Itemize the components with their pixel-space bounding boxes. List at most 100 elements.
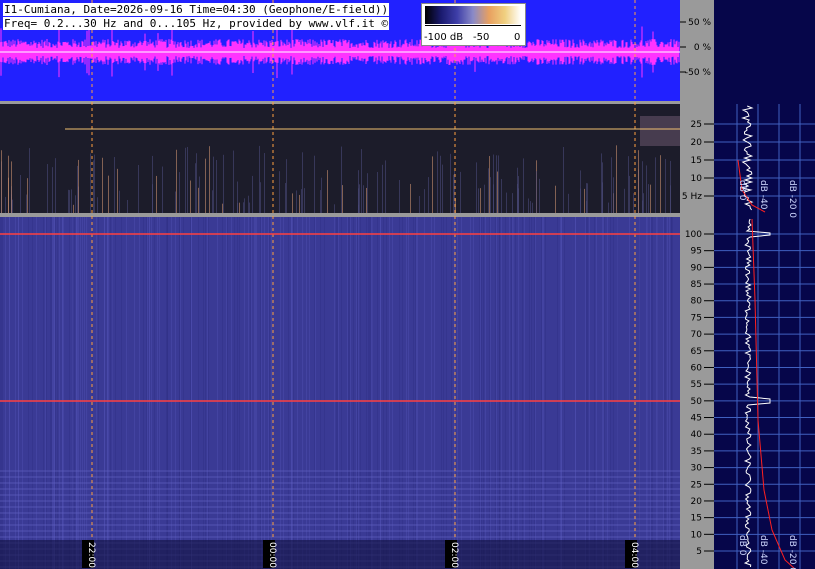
upper-spectrogram-streak: [55, 158, 56, 213]
lower-spectrogram-streak: [52, 217, 53, 569]
lower-spectrogram-streak: [610, 217, 611, 569]
upper-spectrogram-streak: [563, 146, 564, 213]
upper-spectrogram-streak: [102, 157, 103, 213]
lower-spectrogram-streak: [334, 217, 335, 569]
lower-spectrogram-streak: [416, 217, 417, 569]
lower-spectrogram-streak: [413, 217, 414, 569]
lower-spectrogram-streak: [227, 217, 228, 569]
lower-spectrogram-streak: [370, 217, 371, 569]
lower-spectrogram-streak: [159, 217, 160, 569]
lower-spectrogram-streak: [499, 217, 500, 569]
upper-spectrogram-streak: [195, 163, 196, 213]
upper-spectrogram-streak: [314, 155, 315, 213]
lower-spectrogram-streak: [652, 217, 653, 569]
spectrum-upper-label: dB -40: [758, 180, 768, 210]
colorbar-max-label: 0: [514, 32, 521, 43]
lower-spectrogram-streak: [260, 217, 261, 569]
lower-spectrogram-streak: [665, 217, 666, 569]
lower-spectrogram-streak: [84, 217, 85, 569]
upper-spectrogram-streak: [212, 190, 213, 213]
lower-spectrogram-streak: [43, 217, 44, 569]
lower-spectrogram-streak: [244, 217, 245, 569]
upper-spectrogram-streak: [286, 159, 287, 213]
lower-spectrogram-streak: [110, 217, 111, 569]
lower-spectrogram-streak: [208, 217, 209, 569]
lower-spectrogram-streak: [415, 217, 416, 569]
lower-spectrogram-streak: [480, 217, 481, 569]
lower-spectrogram-streak: [501, 217, 502, 569]
lower-tick-label: 30: [691, 464, 703, 474]
upper-spectrogram-streak: [341, 146, 342, 213]
upper-spectrogram-streak: [587, 183, 588, 213]
lower-spectrogram-streak: [255, 217, 256, 569]
lower-spectrogram-streak: [369, 217, 370, 569]
lower-spectrogram-streak: [617, 217, 618, 569]
lower-spectrogram-streak: [134, 217, 135, 569]
lower-spectrogram-streak: [283, 217, 284, 569]
lower-spectrogram-streak: [180, 217, 181, 569]
lower-spectrogram-streak: [231, 217, 232, 569]
lower-spectrogram-streak: [564, 217, 565, 569]
upper-spectrogram-streak: [624, 188, 625, 213]
lower-spectrogram-streak: [55, 217, 56, 569]
lower-spectrogram-streak: [671, 217, 672, 569]
lower-spectrogram-streak: [348, 217, 349, 569]
lower-spectrogram-streak: [63, 217, 64, 569]
upper-spectrogram-streak: [75, 195, 76, 213]
lower-spectrogram-streak: [424, 217, 425, 569]
upper-spectrogram-streak: [638, 150, 639, 213]
upper-spectrogram-streak: [244, 198, 245, 213]
lower-spectrogram-streak: [603, 217, 604, 569]
lower-spectrogram-streak: [324, 217, 325, 569]
lower-spectrogram-streak: [646, 217, 647, 569]
lower-spectrogram-streak: [483, 217, 484, 569]
upper-spectrogram-streak: [616, 145, 617, 213]
lower-spectrogram-streak: [291, 217, 292, 569]
lower-spectrogram-streak: [28, 217, 29, 569]
lower-spectrogram-streak: [121, 217, 122, 569]
lower-spectrogram-streak: [297, 217, 298, 569]
lower-spectrogram-streak: [371, 217, 372, 569]
upper-spectrogram-streak: [20, 174, 21, 213]
lower-tick-label: 80: [691, 297, 703, 307]
lower-spectrogram-streak: [524, 217, 525, 569]
lower-tick-label: 45: [691, 414, 702, 424]
upper-spectrogram-streak: [73, 204, 74, 213]
upper-spectrogram-streak: [432, 156, 433, 213]
lower-spectrogram-streak: [356, 217, 357, 569]
upper-spectrogram-streak: [536, 171, 537, 213]
upper-spectrogram-streak: [209, 146, 210, 213]
lower-spectrogram-streak: [190, 217, 191, 569]
lower-spectrogram-streak: [175, 217, 176, 569]
lower-spectrogram-band: [0, 470, 680, 472]
lower-spectrogram-streak: [667, 217, 668, 569]
lower-spectrogram-streak: [2, 217, 3, 569]
lower-spectrogram-streak: [69, 217, 70, 569]
upper-spectrogram-streak: [512, 193, 513, 213]
upper-spectrogram-streak: [424, 189, 425, 213]
upper-spectrogram-streak: [252, 175, 253, 213]
waveform-tick-label: -50 %: [685, 68, 712, 78]
lower-tick-label: 40: [691, 430, 703, 440]
lower-spectrogram-streak: [515, 217, 516, 569]
time-label: 02:00: [449, 542, 459, 568]
lower-tick-label: 85: [691, 280, 702, 290]
lower-spectrogram-streak: [198, 217, 199, 569]
lower-spectrogram-streak: [22, 217, 23, 569]
lower-spectrogram-streak: [560, 217, 561, 569]
lower-spectrogram-streak: [154, 217, 155, 569]
upper-spectrogram-streak: [493, 154, 494, 213]
lower-spectrogram-streak: [473, 217, 474, 569]
lower-spectrogram-streak: [171, 217, 172, 569]
upper-spectrogram-streak: [498, 155, 499, 213]
upper-spectrogram-streak: [299, 194, 300, 213]
upper-spectrogram-streak: [8, 155, 9, 213]
spectrum-lower-label: dB 0: [737, 535, 747, 556]
lower-spectrogram-streak: [76, 217, 77, 569]
lower-spectrogram-streak: [490, 217, 491, 569]
upper-spectrogram-streak: [555, 185, 556, 213]
lower-spectrogram-streak: [314, 217, 315, 569]
upper-tick-label: 5 Hz: [682, 192, 702, 202]
upper-spectrogram-streak: [602, 182, 603, 213]
upper-spectrogram-streak: [94, 154, 95, 213]
